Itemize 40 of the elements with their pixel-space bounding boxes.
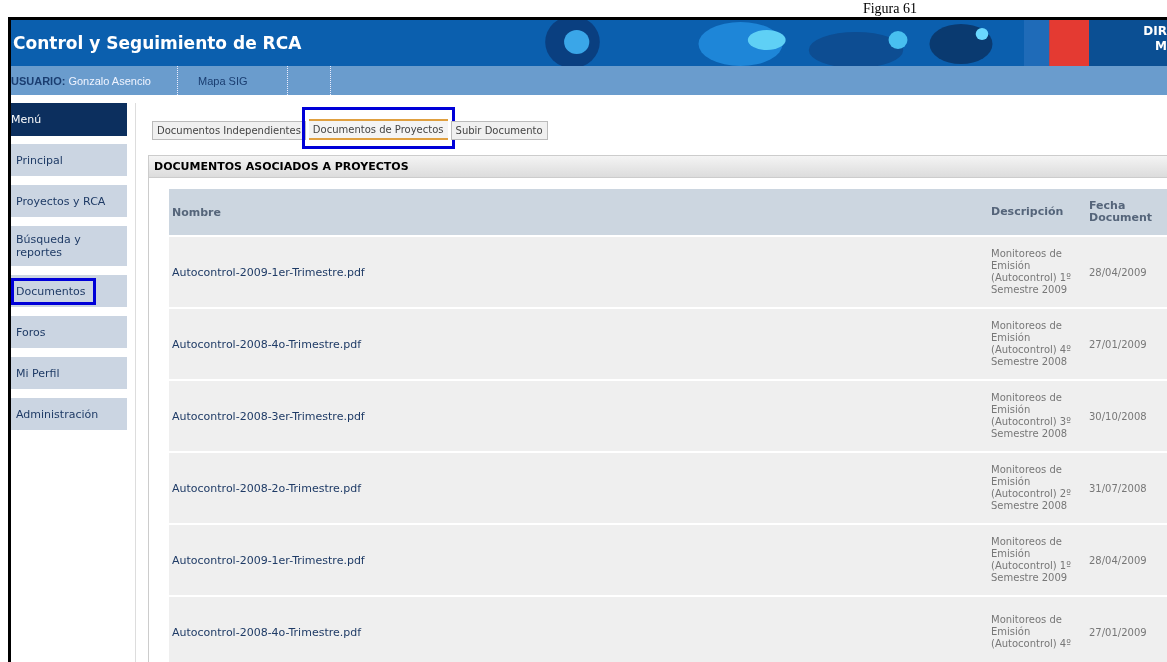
file-link[interactable]: Autocontrol-2008-4o-Trimestre.pdf [169,625,991,639]
panel-title: DOCUMENTOS ASOCIADOS A PROYECTOS [149,156,1167,178]
tab[interactable]: Documentos Independientes [152,120,306,140]
column-header: Nombre [171,205,222,219]
figure-caption: Figura 61 [861,0,918,17]
file-link[interactable]: Autocontrol-2008-3er-Trimestre.pdf [169,409,991,423]
app-title: Control y Seguimiento de RCA [12,33,303,53]
sidebar-item[interactable]: Mi Perfil [11,357,127,389]
nav-link[interactable]: Mapa SIG [178,66,288,95]
table-cell-text: Monitoreos de Emisión (Autocontrol) 4º [991,614,1072,650]
sidebar-item[interactable]: Administración [11,398,127,430]
table-cell-text: Monitoreos de Emisión (Autocontrol) 4º Semestre 2008 [991,320,1072,368]
table-cell-text: 31/07/2008 [1089,482,1148,494]
sidebar-item[interactable]: Foros [11,316,127,348]
column-header: Descripción [991,206,1065,218]
logo-word: DIR [1143,24,1167,39]
file-link[interactable]: Autocontrol-2008-2o-Trimestre.pdf [169,481,991,495]
table-cell-text: 28/04/2009 [1089,266,1148,278]
table-cell-text: Monitoreos de Emisión (Autocontrol) 2º Semestre 2008 [991,464,1072,512]
table-cell-text: 28/04/2009 [1089,554,1148,566]
user-name: Gonzalo Asencio [68,74,151,87]
logo-word: M [1155,39,1167,54]
sidebar-item[interactable]: Documentos [11,275,127,307]
table-cell-text: Monitoreos de Emisión (Autocontrol) 1º Semestre 2009 [991,536,1072,584]
table-cell-text: 27/01/2009 [1089,338,1148,350]
file-link[interactable]: Autocontrol-2009-1er-Trimestre.pdf [169,265,991,279]
sidebar-item[interactable]: Búsqueda y reportes [11,226,127,266]
tab[interactable]: Subir Documento [450,120,548,140]
column-header: Fecha Document [1089,200,1154,224]
menu-title: Menú [11,103,127,136]
sidebar-item[interactable]: Principal [11,144,127,176]
user-label: USUARIO: [11,74,66,87]
table-cell-text: 27/01/2009 [1089,626,1148,638]
file-link[interactable]: Autocontrol-2008-4o-Trimestre.pdf [169,337,991,351]
tab[interactable]: Documentos de Proyectos [308,119,448,140]
table-cell-text: Monitoreos de Emisión (Autocontrol) 3º Semestre 2008 [991,392,1072,440]
sidebar-item[interactable]: Proyectos y RCA [11,185,127,217]
table-cell-text: 30/10/2008 [1089,410,1148,422]
file-link[interactable]: Autocontrol-2009-1er-Trimestre.pdf [169,553,991,567]
table-cell-text: Monitoreos de Emisión (Autocontrol) 1º Semestre 2009 [991,248,1072,296]
